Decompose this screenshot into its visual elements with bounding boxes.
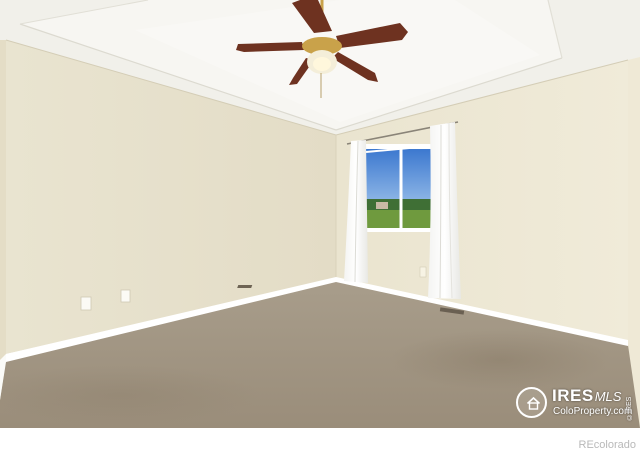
window-grass [366,210,431,228]
wall-outlet [419,266,427,278]
watermark-brand: IRESMLS [552,386,622,405]
room-photo [0,0,640,428]
fan-light-glow [313,57,331,71]
window-house [376,202,388,209]
house-icon [526,396,541,410]
wall-outlet [120,289,131,303]
footer-credit: REcolorado [578,439,636,451]
window-trees [366,199,431,211]
watermark-site: ColoProperty.com [553,406,633,417]
watermark: IRESMLS ColoProperty.com ©IRES [516,386,638,422]
window-sky [366,149,431,201]
floor-vent [237,285,253,288]
watermark-vertical-text: ©IRES [626,396,633,420]
watermark-badge [516,387,547,418]
wall-outlet [80,296,92,311]
carpet-shadow [390,330,610,390]
watermark-brand-suffix: MLS [594,389,622,404]
left-edge-wall [0,40,6,400]
